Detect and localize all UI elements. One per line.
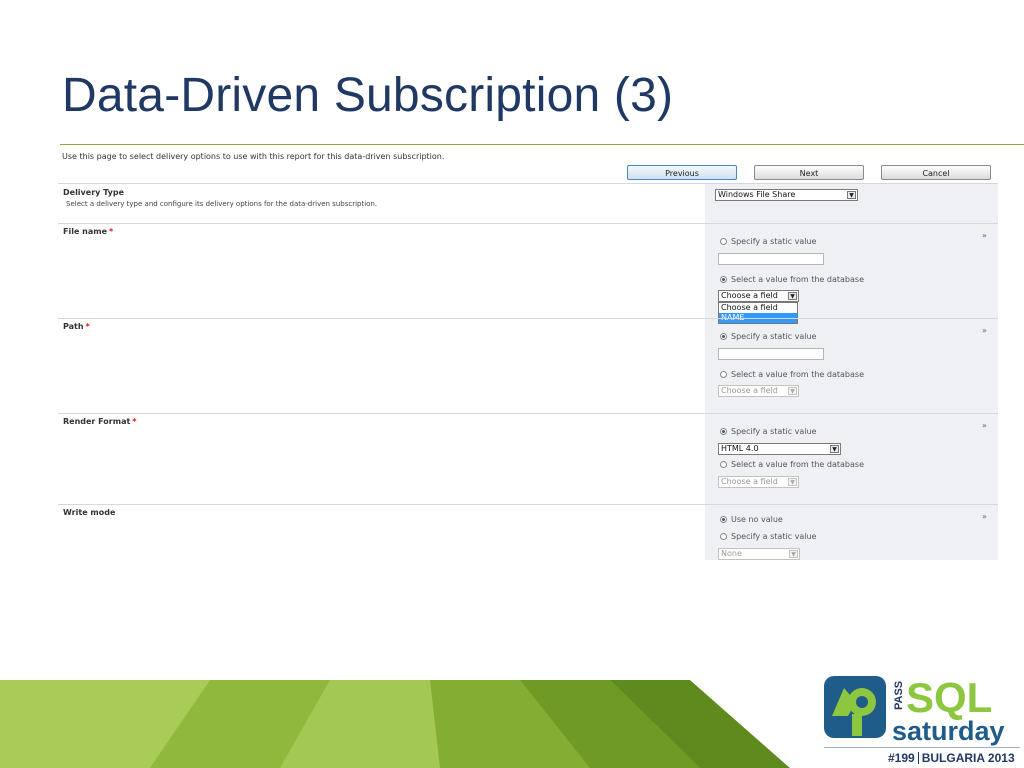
collapse-icon[interactable]: » (982, 231, 987, 240)
radio-icon (720, 461, 727, 468)
render-format-field-select[interactable]: Choose a field ▼ (718, 476, 799, 488)
chevron-down-icon: ▼ (788, 387, 797, 395)
event-tag: #199 BULGARIA 2013 (888, 751, 1015, 765)
file-name-static-radio[interactable]: Specify a static value (720, 237, 816, 246)
next-button[interactable]: Next (754, 165, 864, 180)
title-divider (60, 144, 1024, 145)
radio-icon (720, 238, 727, 245)
write-mode-label: Write mode (63, 508, 116, 517)
intro-text: Use this page to select delivery options… (62, 152, 445, 161)
file-name-field-value: Choose a field (721, 291, 778, 300)
required-marker: * (132, 417, 137, 426)
event-number: #199 (888, 751, 915, 765)
delivery-type-select[interactable]: Windows File Share ▼ (715, 189, 858, 201)
delivery-type-label: Delivery Type (63, 188, 125, 197)
render-format-label: Render Format * (63, 417, 137, 426)
dropdown-option[interactable]: Choose a field (719, 303, 797, 313)
chevron-down-icon: ▼ (788, 292, 797, 300)
subscription-screenshot: Use this page to select delivery options… (58, 149, 998, 560)
write-mode-value: None (721, 549, 742, 558)
chevron-down-icon: ▼ (830, 445, 839, 453)
logo-saturday-text: saturday (892, 716, 1005, 746)
required-marker: * (109, 227, 114, 236)
path-field-value: Choose a field (721, 386, 778, 395)
render-format-static-radio[interactable]: Specify a static value (720, 427, 816, 436)
path-label: Path * (63, 322, 90, 331)
path-static-radio[interactable]: Specify a static value (720, 332, 816, 341)
radio-selected-icon (720, 428, 727, 435)
section-divider (58, 183, 998, 184)
file-name-field-select[interactable]: Choose a field ▼ (718, 290, 799, 302)
collapse-icon[interactable]: » (982, 512, 987, 521)
write-mode-value-select[interactable]: None ▼ (718, 548, 800, 560)
section-divider (58, 504, 998, 505)
render-format-db-radio[interactable]: Select a value from the database (720, 460, 864, 469)
file-name-field-dropdown: Choose a field NAME (718, 302, 798, 324)
path-field-select[interactable]: Choose a field ▼ (718, 385, 799, 397)
section-divider (58, 318, 998, 319)
delivery-type-value: Windows File Share (718, 190, 796, 199)
radio-selected-icon (720, 333, 727, 340)
path-static-input[interactable] (718, 348, 824, 360)
render-format-select[interactable]: HTML 4.0 ▼ (718, 443, 841, 455)
radio-selected-icon (720, 276, 727, 283)
write-mode-static-radio[interactable]: Specify a static value (720, 532, 816, 541)
logo-pass-text: PASS (893, 681, 905, 710)
radio-icon (720, 533, 727, 540)
section-divider (58, 223, 998, 224)
collapse-icon[interactable]: » (982, 326, 987, 335)
file-name-label: File name * (63, 227, 114, 236)
file-name-static-input[interactable] (718, 253, 824, 265)
section-divider (58, 413, 998, 414)
slide-title: Data-Driven Subscription (3) (62, 69, 674, 122)
previous-button[interactable]: Previous (627, 165, 737, 180)
required-marker: * (85, 322, 90, 331)
file-name-db-radio[interactable]: Select a value from the database (720, 275, 864, 284)
logo-divider (824, 747, 1020, 748)
write-mode-none-radio[interactable]: Use no value (720, 515, 783, 524)
logo-sql-text: SQL (906, 674, 992, 721)
cancel-button[interactable]: Cancel (881, 165, 991, 180)
radio-selected-icon (720, 516, 727, 523)
event-location: BULGARIA 2013 (921, 751, 1015, 765)
chevron-down-icon: ▼ (847, 191, 856, 199)
render-format-value: HTML 4.0 (721, 444, 759, 453)
delivery-type-description: Select a delivery type and configure its… (66, 200, 378, 208)
chevron-down-icon: ▼ (789, 550, 798, 558)
path-db-radio[interactable]: Select a value from the database (720, 370, 864, 379)
render-format-field-value: Choose a field (721, 477, 778, 486)
radio-icon (720, 371, 727, 378)
chevron-down-icon: ▼ (788, 478, 797, 486)
collapse-icon[interactable]: » (982, 421, 987, 430)
